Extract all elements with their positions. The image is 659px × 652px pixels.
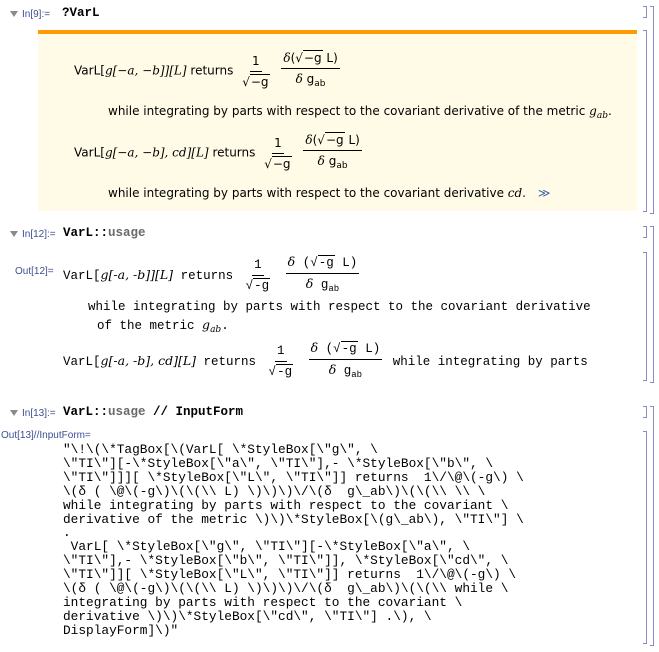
output-line-1-wrap-a: while integrating by parts with respect … bbox=[88, 300, 591, 314]
inputform-line: \"TI\"]][ \*StyleBox[\"L\", \"TI\"]] ret… bbox=[63, 567, 517, 583]
inputform-line: DisplayForm]\)" bbox=[63, 622, 179, 638]
usage-line-1-continuation: while integrating by parts with respect … bbox=[108, 104, 612, 121]
inputform-line: "\!\(\*TagBox[\(VarL[ \*StyleBox[\"g\", … bbox=[63, 442, 378, 457]
cell-bracket-out13[interactable] bbox=[643, 431, 647, 644]
cell-group-bracket-2[interactable] bbox=[650, 226, 654, 383]
inputform-line: \"TI\"],- \*StyleBox[\"b\", \"TI\"]], \*… bbox=[63, 553, 509, 569]
inputform-line: \"TI\"][-\*StyleBox[\"a\", \"TI\"],- \*S… bbox=[63, 455, 494, 471]
inputform-line: derivative of the metric \)\)\*StyleBox[… bbox=[63, 511, 524, 527]
cell-group-toggle-in13[interactable]: In[13]:= bbox=[10, 408, 56, 419]
output-line-1: VarL[g[-a, -b]][L] returns 1 √-g δ (√-g … bbox=[63, 254, 360, 294]
inputform-line: \(δ ( \@\(-g\)\(\(\\ L) \)\)\)\/\(δ g\_a… bbox=[63, 581, 509, 597]
inputform-output: "\!\(\*TagBox[\(VarL[ \*StyleBox[\"g\", … bbox=[63, 443, 524, 638]
inputform-line: . bbox=[63, 525, 71, 541]
fraction-variational-derivative: δ(√−g L) δ gab bbox=[281, 50, 340, 89]
cell-bracket-in13[interactable] bbox=[643, 406, 647, 418]
cell-bracket-in12[interactable] bbox=[643, 226, 647, 238]
input-cell-in12[interactable]: VarL::usage bbox=[63, 226, 146, 240]
usage-line-2: VarL[g[−a, −b], cd][L] returns 1 √−g δ(√… bbox=[74, 132, 362, 171]
input-cell-in13[interactable]: VarL::usage // InputForm bbox=[63, 405, 243, 419]
input-label: In[12]:= bbox=[22, 229, 56, 240]
inputform-line: derivative \)\)\*StyleBox[\"cd\", \"TI\"… bbox=[63, 608, 432, 624]
input-label: In[13]:= bbox=[22, 408, 56, 419]
input-cell-in9[interactable]: ?VarL bbox=[62, 6, 100, 20]
query-symbol: VarL bbox=[69, 6, 100, 20]
input-label: In[9]:= bbox=[22, 9, 51, 20]
inputform-text: "\!\(\*TagBox[\(VarL[ \*StyleBox[\"g\", … bbox=[63, 443, 524, 638]
disclosure-triangle-icon[interactable] bbox=[10, 410, 18, 417]
more-info-link[interactable]: ≫ bbox=[538, 186, 551, 200]
inputform-line: integrating by parts with respect to the… bbox=[63, 594, 463, 610]
output-line-2: VarL[g[-a, -b], cd][L] returns 1 √-g δ (… bbox=[63, 340, 588, 380]
cell-group-bracket-1[interactable] bbox=[650, 6, 654, 214]
output-line-1-wrap-b: of the metric gab. bbox=[97, 317, 229, 335]
cell-bracket-in9[interactable] bbox=[643, 6, 647, 18]
inputform-line: while integrating by parts with respect … bbox=[63, 497, 509, 513]
cell-group-toggle-in9[interactable]: In[9]:= bbox=[10, 9, 50, 20]
cell-bracket-print[interactable] bbox=[643, 30, 647, 212]
inputform-line: \(δ ( \@\(-g\)\(\(\\ L) \)\)\)\/\(δ g\_a… bbox=[63, 483, 486, 499]
cell-bracket-out12[interactable] bbox=[643, 252, 647, 381]
inputform-line: VarL[ \*StyleBox[\"g\", \"TI\"][-\*Style… bbox=[63, 539, 471, 555]
disclosure-triangle-icon[interactable] bbox=[10, 231, 18, 238]
usage-info-box: VarL[g[−a, −b]][L] returns 1 √−g δ(√−g L… bbox=[38, 30, 637, 211]
disclosure-triangle-icon[interactable] bbox=[10, 11, 18, 18]
query-prefix: ? bbox=[62, 6, 70, 20]
usage-line-2-continuation: while integrating by parts with respect … bbox=[108, 186, 551, 200]
output-label: Out[12]= bbox=[15, 266, 54, 277]
cell-group-bracket-3[interactable] bbox=[650, 406, 654, 646]
usage-line-1: VarL[g[−a, −b]][L] returns 1 √−g δ(√−g L… bbox=[74, 50, 343, 92]
inputform-line: \"TI\"]]][ \*StyleBox[\"L\", \"TI\"]] re… bbox=[63, 469, 524, 485]
output-label: Out[13]//InputForm= bbox=[1, 430, 91, 441]
cell-group-toggle-in12[interactable]: In[12]:= bbox=[10, 229, 56, 240]
fraction-one-over-sqrt: 1 √−g bbox=[242, 53, 270, 89]
